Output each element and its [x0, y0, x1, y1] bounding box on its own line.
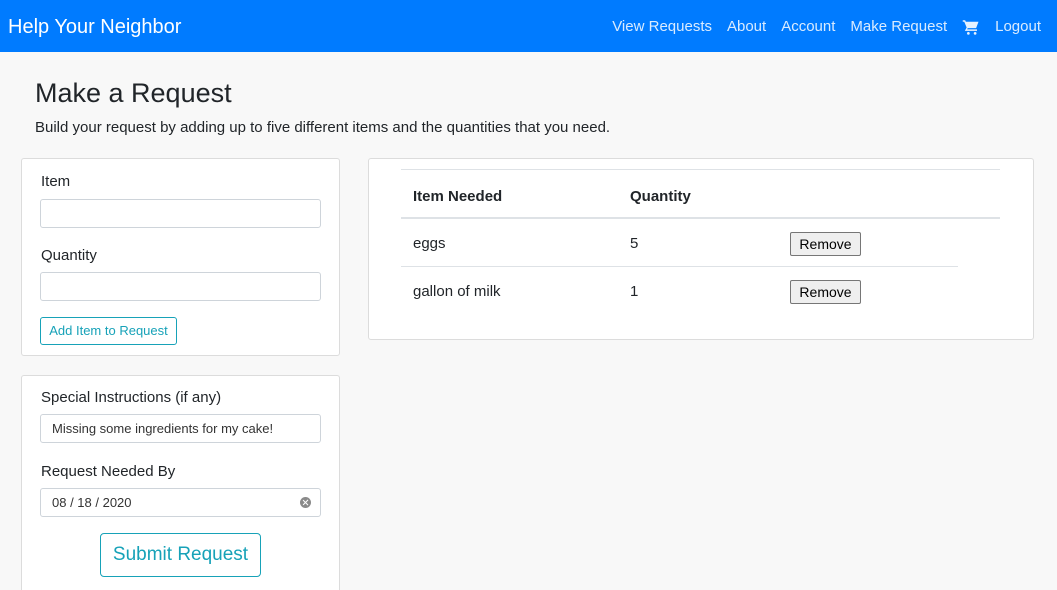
request-items-card: Item Needed Quantity eggs 5 Remove gallo… [368, 158, 1034, 340]
nav-account[interactable]: Account [781, 17, 835, 37]
page-title: Make a Request [35, 78, 232, 108]
needed-by-label: Request Needed By [41, 463, 176, 480]
needed-by-date-value: 08 / 18 / 2020 [52, 495, 132, 510]
row-2-remove-button[interactable]: Remove [790, 280, 861, 304]
brand-link[interactable]: Help Your Neighbor [8, 15, 181, 39]
header-item-needed: Item Needed [413, 188, 503, 205]
nav-make-request[interactable]: Make Request [850, 17, 947, 37]
item-input[interactable] [40, 199, 321, 228]
navbar: Help Your Neighbor View Requests About A… [0, 0, 1057, 52]
item-label: Item [41, 173, 71, 190]
nav-view-requests[interactable]: View Requests [612, 17, 712, 37]
nav-links: View Requests About Account Make Request… [597, 17, 1041, 37]
table-header-border [401, 217, 1000, 219]
quantity-input[interactable] [40, 272, 321, 301]
row-1-quantity: 5 [630, 235, 639, 252]
table-top-border [401, 169, 1000, 170]
shopping-cart-icon[interactable] [962, 18, 980, 36]
nav-about[interactable]: About [727, 17, 766, 37]
special-instructions-input[interactable]: Missing some ingredients for my cake! [40, 414, 321, 443]
special-instructions-label: Special Instructions (if any) [41, 389, 222, 406]
nav-logout[interactable]: Logout [995, 17, 1041, 37]
row-divider [401, 266, 958, 267]
add-item-card: Item Quantity Add Item to Request [21, 158, 340, 356]
request-details-card: Special Instructions (if any) Missing so… [21, 375, 340, 590]
row-2-quantity: 1 [630, 283, 639, 300]
clear-date-icon[interactable] [300, 497, 311, 508]
add-item-button[interactable]: Add Item to Request [40, 317, 177, 345]
submit-request-button[interactable]: Submit Request [100, 533, 261, 577]
row-2-item: gallon of milk [413, 283, 501, 300]
needed-by-date-input[interactable]: 08 / 18 / 2020 [40, 488, 321, 517]
row-1-remove-button[interactable]: Remove [790, 232, 861, 256]
quantity-label: Quantity [41, 247, 97, 264]
header-quantity: Quantity [630, 188, 691, 205]
row-1-item: eggs [413, 235, 446, 252]
page-subtitle: Build your request by adding up to five … [35, 119, 611, 136]
